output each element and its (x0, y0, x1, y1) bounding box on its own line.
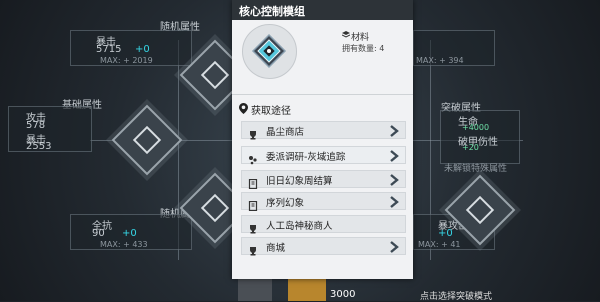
chevron-right-icon[interactable] (388, 239, 400, 253)
stat-max: MAX: + 394 (416, 56, 464, 65)
chevron-right-icon[interactable] (388, 123, 400, 137)
source-label: 晶尘商店 (266, 127, 305, 138)
source-row[interactable]: 晶尘商店 (241, 121, 406, 140)
source-label: 序列幻象 (266, 198, 305, 209)
chevron-right-icon[interactable] (388, 148, 400, 162)
divider (232, 94, 413, 95)
item-frame (242, 24, 297, 79)
source-label: 商城 (266, 243, 286, 254)
source-row[interactable]: 商城 (241, 237, 406, 256)
trophy-icon (248, 125, 258, 140)
item-source-dialog: 核心控制模组 材料 拥有数量: 4 获取途径 晶尘商店委派调研-灰域追踪 旧日幻象… (232, 0, 413, 279)
stat-bonus: +0 (122, 228, 137, 239)
break-stat-value: +20 (462, 143, 479, 152)
break-stat-value: +4000 (462, 123, 490, 132)
source-row[interactable]: 序列幻象 (241, 192, 406, 212)
core-module-icon (251, 33, 287, 69)
stat-max: MAX: + 433 (100, 240, 148, 249)
trophy-icon (248, 219, 258, 234)
item-type-label: 材料 (340, 30, 369, 43)
book-icon (248, 196, 258, 212)
gold-slot-icon[interactable] (288, 279, 326, 301)
source-row[interactable]: 委派调研-灰域追踪 (241, 146, 406, 165)
source-header-text: 获取途径 (251, 106, 291, 117)
owned-count-label: 拥有数量: 4 (342, 44, 385, 53)
stat-max: MAX: + 41 (418, 240, 461, 249)
stat-value: 2553 (26, 141, 52, 152)
stat-value: 578 (26, 120, 46, 131)
bottom-right-note[interactable]: 点击选择突破模式 (420, 289, 492, 302)
dialog-title: 核心控制模组 (239, 5, 305, 18)
bottom-strip: 3000 点击选择突破模式 (0, 279, 600, 302)
source-row[interactable]: 人工岛神秘商人 (241, 215, 406, 234)
module-node-left[interactable] (111, 104, 183, 176)
break-note: 未解锁特殊属性 (444, 164, 508, 174)
dots-icon (248, 150, 258, 165)
stat-value: +0 (438, 228, 453, 239)
source-header: 获取途径 (238, 102, 291, 117)
stat-bonus: +0 (135, 44, 150, 55)
stat-max: MAX: + 2019 (100, 56, 153, 65)
stat-value: 5715 (96, 44, 122, 55)
source-label: 旧日幻象周结算 (266, 176, 333, 187)
book-icon (248, 174, 258, 190)
stat-value: 90 (92, 228, 105, 239)
slot-icon[interactable] (238, 279, 272, 301)
source-label: 人工岛神秘商人 (266, 221, 333, 232)
source-row[interactable]: 旧日幻象周结算 (241, 170, 406, 190)
item-type-text: 材料 (351, 33, 370, 43)
dialog-header: 核心控制模组 (232, 0, 413, 20)
trophy-icon (248, 241, 258, 256)
chevron-right-icon[interactable] (388, 172, 400, 186)
source-label: 委派调研-灰域追踪 (266, 152, 346, 163)
bottom-center-value: 3000 (330, 289, 356, 300)
chevron-right-icon[interactable] (388, 194, 400, 208)
